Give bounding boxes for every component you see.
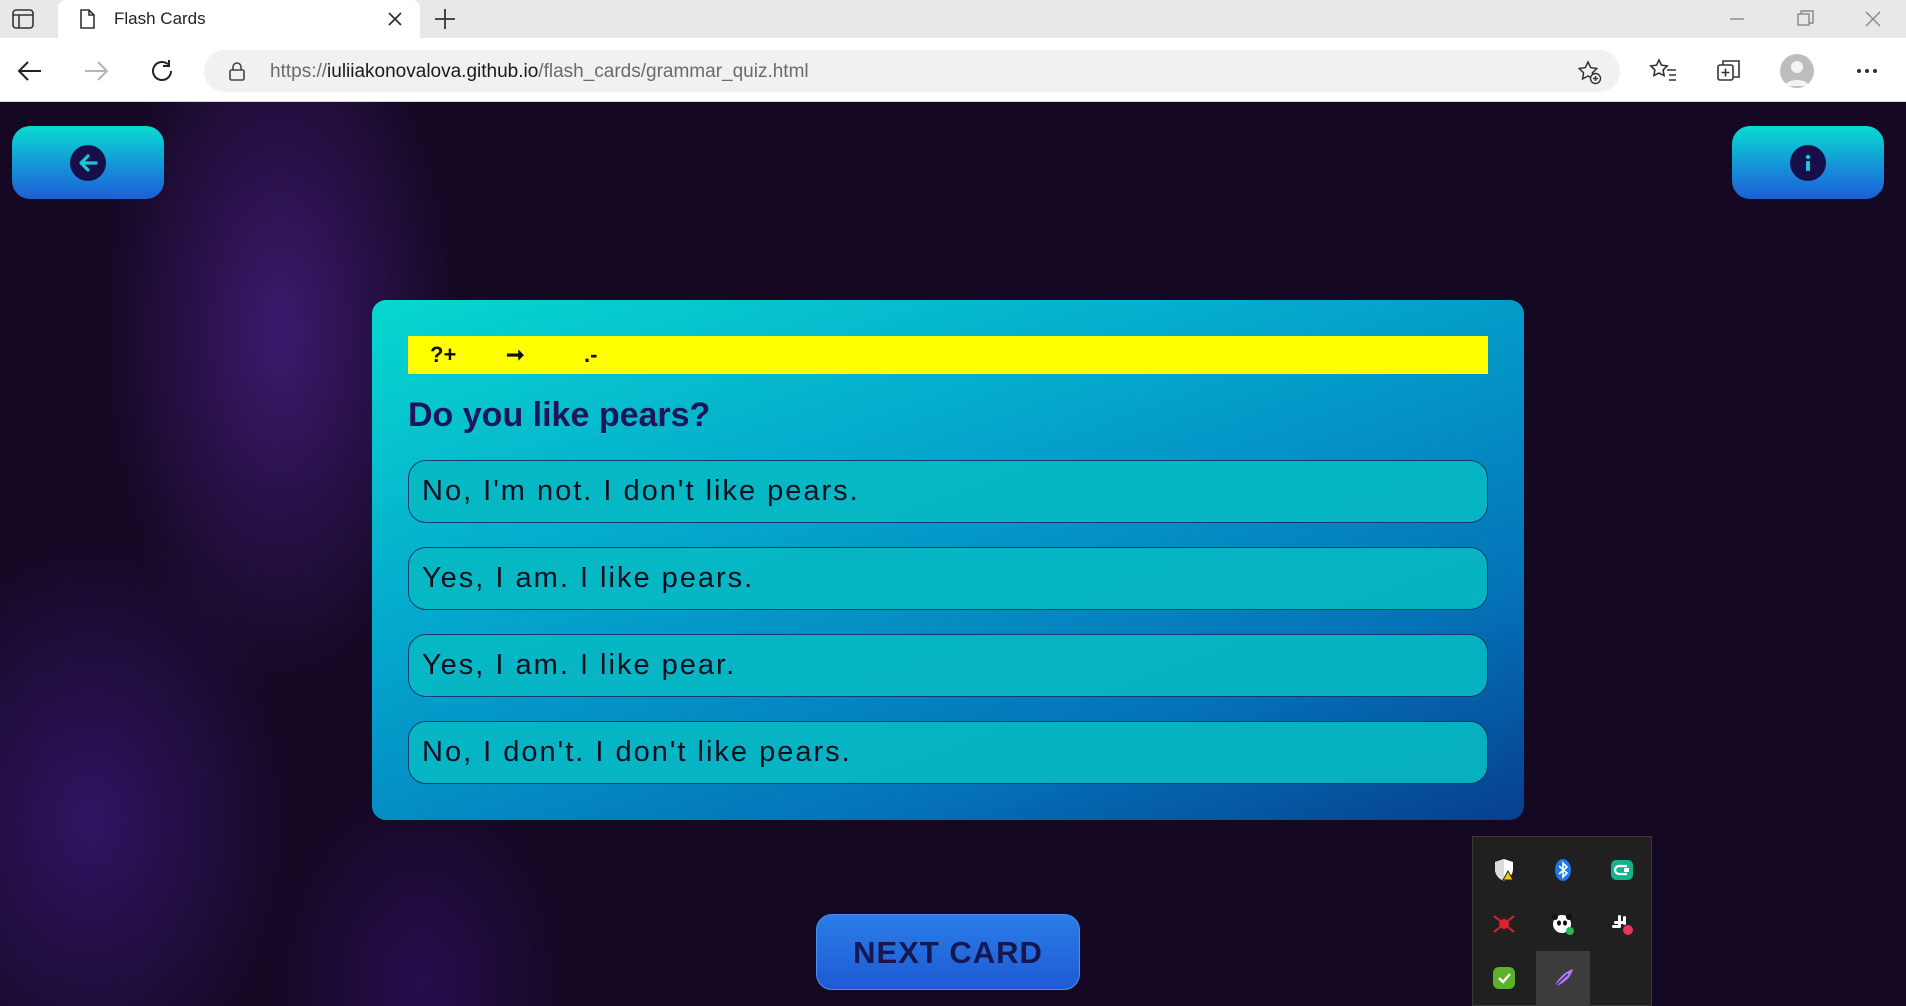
browser-tab-bar: Flash Cards — [0, 0, 1906, 38]
lock-icon[interactable] — [226, 60, 248, 82]
url-prefix: https:// — [270, 61, 328, 82]
answer-option-label: Yes, I am. I like pears. — [422, 562, 755, 594]
address-bar[interactable]: https://iuliiakonovalova.github.io/flash… — [204, 50, 1620, 92]
back-icon[interactable] — [16, 57, 44, 85]
collections-icon[interactable] — [1714, 56, 1744, 86]
page-icon — [76, 8, 98, 30]
answer-option[interactable]: No, I'm not. I don't like pears. — [408, 460, 1488, 523]
favorites-icon[interactable] — [1648, 56, 1678, 86]
tab-title: Flash Cards — [114, 9, 206, 28]
panda-icon[interactable] — [1536, 897, 1590, 951]
flash-card: ?+ ➞ .- Do you like pears? No, I'm not. … — [372, 300, 1524, 820]
answer-option-label: No, I'm not. I don't like pears. — [422, 475, 860, 507]
info-icon — [1790, 144, 1826, 181]
new-tab-icon[interactable] — [432, 6, 458, 32]
info-button[interactable] — [1732, 126, 1884, 199]
question-text: Do you like pears? — [408, 396, 711, 434]
url-path: /flash_cards/grammar_quiz.html — [538, 61, 809, 82]
feather-pen-icon[interactable] — [1536, 951, 1590, 1005]
forward-icon[interactable] — [82, 57, 110, 85]
tab-actions-icon[interactable] — [10, 6, 36, 32]
formula-arrow: ➞ — [506, 342, 525, 367]
profile-avatar[interactable] — [1780, 54, 1814, 88]
answer-option[interactable]: Yes, I am. I like pears. — [408, 547, 1488, 610]
formula-part-1: ?+ — [430, 342, 457, 367]
browser-tab[interactable]: Flash Cards — [58, 0, 420, 38]
url-text[interactable]: https://iuliiakonovalova.github.io/flash… — [270, 61, 809, 83]
more-options-icon[interactable] — [1852, 56, 1882, 86]
answer-option-label: No, I don't. I don't like pears. — [422, 736, 852, 768]
red-network-icon[interactable] — [1477, 897, 1531, 951]
close-tab-icon[interactable] — [384, 8, 406, 30]
restore-icon[interactable] — [1792, 6, 1818, 32]
formula-part-2: .- — [584, 342, 598, 367]
minimize-icon[interactable] — [1724, 6, 1750, 32]
url-host: iuliiakonovalova.github.io — [327, 61, 539, 82]
refresh-icon[interactable] — [148, 57, 176, 85]
slack-icon[interactable] — [1595, 897, 1649, 951]
next-card-button[interactable]: NEXT CARD — [816, 914, 1080, 990]
close-window-icon[interactable] — [1860, 6, 1886, 32]
windows-security-icon[interactable] — [1477, 843, 1531, 897]
add-favorite-icon[interactable] — [1576, 59, 1602, 85]
shield-check-icon[interactable] — [1477, 951, 1531, 1005]
answer-option-label: Yes, I am. I like pear. — [422, 649, 737, 681]
grammar-formula-bar: ?+ ➞ .- — [408, 336, 1488, 374]
arrow-left-icon — [70, 144, 106, 181]
answer-option[interactable]: No, I don't. I don't like pears. — [408, 721, 1488, 784]
next-card-label: NEXT CARD — [853, 935, 1043, 970]
answer-option[interactable]: Yes, I am. I like pear. — [408, 634, 1488, 697]
green-app-icon[interactable] — [1595, 843, 1649, 897]
browser-toolbar: https://iuliiakonovalova.github.io/flash… — [0, 38, 1906, 102]
system-tray-overflow — [1472, 836, 1652, 1006]
back-button[interactable] — [12, 126, 164, 199]
bluetooth-icon[interactable] — [1536, 843, 1590, 897]
